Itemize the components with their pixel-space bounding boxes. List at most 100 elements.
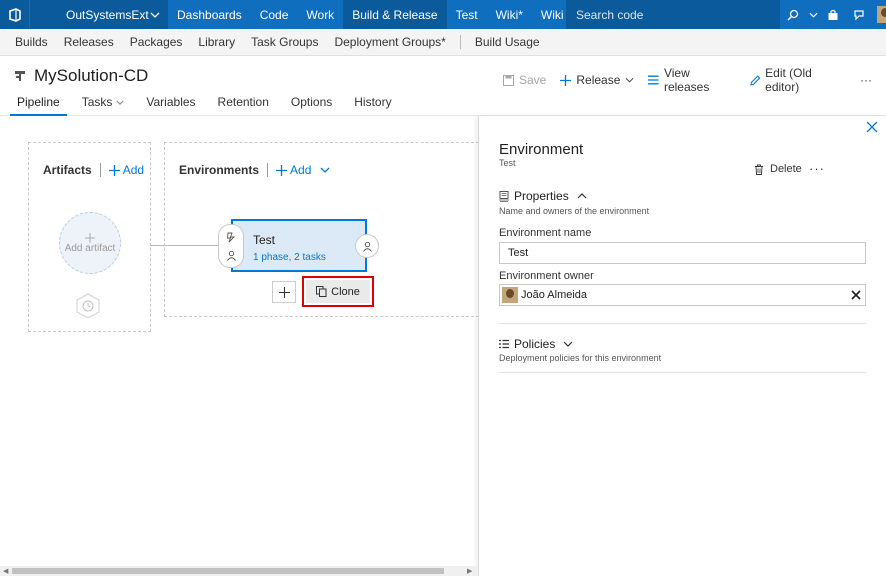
- nav-work[interactable]: Work: [297, 0, 343, 29]
- pipeline-tabs: Pipeline Tasks Variables Retention Optio…: [0, 92, 886, 116]
- marketplace-bag-icon[interactable]: [820, 0, 846, 29]
- chevron-down-icon: [625, 77, 634, 83]
- save-label: Save: [519, 73, 547, 87]
- more-actions-button[interactable]: ···: [860, 73, 872, 87]
- chevron-down-icon: [320, 167, 330, 173]
- add-artifact-label: Add artifact: [64, 242, 116, 254]
- tab-options[interactable]: Options: [284, 92, 339, 116]
- top-right-icons: [780, 0, 886, 29]
- tab-pipeline[interactable]: Pipeline: [10, 92, 67, 116]
- clone-button[interactable]: Clone: [306, 280, 370, 303]
- pre-deployment-conditions-handle[interactable]: [218, 224, 244, 268]
- close-icon[interactable]: [851, 290, 861, 300]
- chevron-down-icon[interactable]: [806, 0, 820, 29]
- view-releases-button[interactable]: View releases: [648, 66, 735, 94]
- plus-icon: [85, 232, 95, 243]
- vsts-logo-icon[interactable]: [0, 0, 29, 29]
- feedback-icon[interactable]: [846, 0, 872, 29]
- nav-wiki-draft[interactable]: Wiki*: [487, 0, 532, 29]
- owner-avatar: [502, 287, 518, 303]
- title-bar: MySolution-CD Save Release View releases…: [0, 56, 886, 94]
- pipeline-title: MySolution-CD: [14, 66, 148, 86]
- chevron-down-icon: [116, 100, 124, 105]
- main-nav: Dashboards Code Work Build & Release Tes…: [168, 0, 617, 29]
- panel-more-button[interactable]: ···: [809, 161, 825, 176]
- add-environment-button[interactable]: [272, 281, 296, 303]
- environment-name-input[interactable]: Test: [499, 242, 866, 264]
- plus-icon: [560, 74, 572, 86]
- checklist-icon: [499, 339, 509, 349]
- release-pipeline-icon: [15, 71, 25, 81]
- properties-icon: [499, 190, 509, 202]
- hub-builds[interactable]: Builds: [7, 35, 56, 49]
- properties-heading: Properties: [514, 189, 569, 203]
- close-icon[interactable]: [865, 120, 879, 134]
- clone-button-highlight: Clone: [302, 276, 374, 307]
- trash-icon: [755, 164, 763, 175]
- tab-variables[interactable]: Variables: [139, 92, 202, 116]
- policies-section-toggle[interactable]: Policies: [499, 337, 573, 351]
- search-placeholder: Search code: [576, 7, 644, 22]
- search-input[interactable]: Search code: [566, 0, 780, 29]
- save-button[interactable]: Save: [503, 73, 546, 87]
- edit-old-editor-button[interactable]: Edit (Old editor): [749, 66, 846, 94]
- release-label: Release: [576, 73, 621, 87]
- scroll-left-arrow-icon[interactable]: ◀: [3, 567, 8, 575]
- tab-retention[interactable]: Retention: [211, 92, 276, 116]
- edit-label: Edit (Old editor): [765, 66, 812, 94]
- nav-dashboards[interactable]: Dashboards: [168, 0, 251, 29]
- environment-owner-picker[interactable]: João Almeida: [499, 284, 866, 306]
- chevron-down-icon: [150, 12, 160, 18]
- horizontal-scrollbar[interactable]: ◀ ▶: [0, 566, 478, 576]
- person-icon: [226, 250, 236, 261]
- artifacts-header: Artifacts Add: [43, 163, 144, 177]
- plus-icon: [108, 164, 120, 176]
- pencil-icon: [749, 74, 760, 86]
- add-artifact-link[interactable]: Add: [108, 163, 144, 177]
- environment-tasks-link[interactable]: 1 phase, 2 tasks: [253, 252, 326, 263]
- hub-releases[interactable]: Releases: [56, 35, 122, 49]
- section-divider: [499, 372, 866, 373]
- hub-nav: Builds Releases Packages Library Task Gr…: [0, 29, 886, 56]
- environment-card[interactable]: Test 1 phase, 2 tasks: [231, 219, 367, 272]
- scroll-right-arrow-icon[interactable]: ▶: [467, 567, 472, 575]
- nav-test[interactable]: Test: [447, 0, 487, 29]
- delete-button[interactable]: Delete: [754, 163, 802, 175]
- toolbar: Save Release View releases Edit (Old edi…: [503, 66, 886, 94]
- add-environment-link[interactable]: Add: [276, 163, 330, 177]
- project-name: OutSystemsExt: [66, 7, 149, 22]
- user-avatar[interactable]: [872, 0, 886, 29]
- pipeline-canvas: Artifacts Add Add artifact Environments …: [0, 116, 484, 566]
- nav-build-release[interactable]: Build & Release: [343, 0, 447, 29]
- panel-title: Environment: [499, 141, 584, 158]
- environment-name-label: Environment name: [499, 227, 592, 239]
- plus-icon: [276, 164, 288, 176]
- hub-packages[interactable]: Packages: [122, 35, 191, 49]
- tab-tasks[interactable]: Tasks: [75, 92, 132, 116]
- project-selector[interactable]: OutSystemsExt: [30, 0, 168, 29]
- environment-owner-label: Environment owner: [499, 270, 594, 282]
- release-button[interactable]: Release: [560, 73, 634, 87]
- add-artifact-button[interactable]: Add artifact: [59, 212, 121, 274]
- search-icon[interactable]: [780, 0, 806, 29]
- post-deployment-approvers-handle[interactable]: [355, 234, 379, 258]
- person-icon: [362, 241, 372, 252]
- artifacts-section: Artifacts Add Add artifact: [28, 142, 151, 332]
- artifacts-label: Artifacts: [43, 163, 92, 177]
- panel-subtitle: Test: [499, 158, 516, 168]
- hub-library[interactable]: Library: [190, 35, 243, 49]
- hub-deployment-groups[interactable]: Deployment Groups*: [326, 35, 453, 49]
- properties-section-toggle[interactable]: Properties: [499, 189, 587, 203]
- lightning-trigger-icon: [226, 232, 235, 242]
- view-releases-label: View releases: [663, 66, 710, 94]
- tab-history[interactable]: History: [347, 92, 398, 116]
- schedule-trigger-icon[interactable]: [75, 293, 101, 319]
- add-environment-link-label: Add: [290, 163, 312, 177]
- save-icon: [503, 74, 514, 86]
- hub-build-usage[interactable]: Build Usage: [467, 35, 548, 49]
- nav-code[interactable]: Code: [251, 0, 298, 29]
- hub-task-groups[interactable]: Task Groups: [243, 35, 326, 49]
- scrollbar-thumb[interactable]: [12, 568, 444, 574]
- policies-heading: Policies: [514, 337, 556, 351]
- header-divider: [99, 163, 101, 177]
